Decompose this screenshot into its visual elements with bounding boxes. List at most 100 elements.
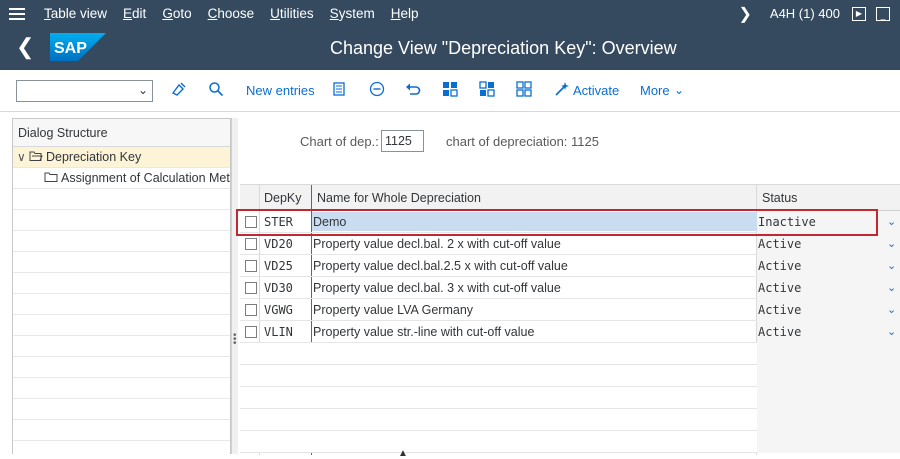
- row-select-checkbox[interactable]: [245, 238, 257, 250]
- command-field[interactable]: ⌄: [16, 80, 153, 102]
- menu-help[interactable]: Help: [391, 6, 419, 21]
- play-icon[interactable]: ▶: [852, 7, 866, 21]
- menubar-right: ❯ A4H (1) 400 ▶ _: [739, 0, 900, 27]
- tree-item-label: Depreciation Key: [46, 150, 141, 164]
- tree-item-assignment-calc-methods[interactable]: Assignment of Calculation Methods: [13, 168, 230, 189]
- table-empty-row: [240, 409, 900, 431]
- tree-empty-row: [13, 252, 230, 273]
- table-empty-row: [240, 343, 900, 365]
- status-cell-bg: [757, 343, 900, 365]
- deselect-all-icon[interactable]: [515, 81, 533, 99]
- chevron-down-icon[interactable]: ⌄: [138, 83, 148, 97]
- menu-system[interactable]: System: [330, 6, 375, 21]
- tree-empty-row: [13, 420, 230, 441]
- toolbar: ⌄ New entries Activate More ⌄: [0, 70, 900, 112]
- tree-item-label: Assignment of Calculation Methods: [61, 171, 230, 185]
- table-row[interactable]: VD30 Property value decl.bal. 3 x with c…: [240, 277, 900, 299]
- expand-chevron-icon[interactable]: ∨: [17, 150, 26, 164]
- chevron-down-icon[interactable]: ⌄: [670, 81, 688, 99]
- hamburger-menu-icon[interactable]: [0, 0, 34, 27]
- depky-cell: VD30: [264, 281, 293, 295]
- table-row[interactable]: VD25 Property value decl.bal.2.5 x with …: [240, 255, 900, 277]
- page-title: Change View "Depreciation Key": Overview: [330, 38, 677, 59]
- table-row[interactable]: VLIN Property value str.-line with cut-o…: [240, 321, 900, 343]
- status-dropdown-icon[interactable]: ⌄: [887, 215, 896, 228]
- activate-icon[interactable]: [553, 81, 571, 99]
- dialog-structure-panel: Dialog Structure ∨ Depreciation Key Assi…: [12, 118, 231, 454]
- delete-icon[interactable]: [368, 81, 386, 99]
- name-cell[interactable]: Property value decl.bal. 3 x with cut-of…: [313, 281, 561, 295]
- tree-empty-row: [13, 378, 230, 399]
- chart-of-dep-field[interactable]: 1125: [381, 130, 424, 152]
- menu-edit[interactable]: Edit: [123, 6, 146, 21]
- depky-cell: VD20: [264, 237, 293, 251]
- status-dropdown-icon[interactable]: ⌄: [887, 281, 896, 294]
- tree-empty-row: [13, 273, 230, 294]
- status-cell-bg: [757, 365, 900, 387]
- tree-empty-row: [13, 189, 230, 210]
- tree-empty-row: [13, 399, 230, 420]
- chevron-right-icon[interactable]: ❯: [739, 4, 752, 24]
- status-cell[interactable]: Active: [758, 237, 801, 251]
- select-block-icon[interactable]: [478, 81, 496, 99]
- display-change-icon[interactable]: [170, 81, 188, 99]
- column-header-name[interactable]: Name for Whole Depreciation: [317, 191, 481, 205]
- status-cell[interactable]: Active: [758, 281, 801, 295]
- panel-splitter[interactable]: •••: [231, 118, 238, 454]
- status-cell[interactable]: Active: [758, 325, 801, 339]
- depky-cell: VD25: [264, 259, 293, 273]
- splitter-grip-icon[interactable]: •••: [233, 334, 237, 346]
- folder-icon: [44, 171, 58, 186]
- status-cell-bg: [757, 387, 900, 409]
- depky-cell: VGWG: [264, 303, 293, 317]
- annotation-highlight-box: [236, 209, 878, 236]
- row-select-checkbox[interactable]: [245, 282, 257, 294]
- status-dropdown-icon[interactable]: ⌄: [887, 259, 896, 272]
- open-folder-icon: [29, 150, 43, 165]
- menu-choose[interactable]: Choose: [208, 6, 255, 21]
- tree-item-depreciation-key[interactable]: ∨ Depreciation Key: [13, 147, 230, 168]
- select-all-icon[interactable]: [441, 81, 459, 99]
- row-select-checkbox[interactable]: [245, 260, 257, 272]
- menu-utilities[interactable]: Utilities: [270, 6, 314, 21]
- more-button[interactable]: More: [640, 83, 670, 98]
- table-empty-row: [240, 365, 900, 387]
- svg-text:SAP: SAP: [54, 40, 87, 57]
- table-row[interactable]: VGWG Property value LVA Germany Active ⌄: [240, 299, 900, 321]
- status-dropdown-icon[interactable]: ⌄: [887, 237, 896, 250]
- status-dropdown-icon[interactable]: ⌄: [887, 303, 896, 316]
- name-cell[interactable]: Property value decl.bal.2.5 x with cut-o…: [313, 259, 568, 273]
- table-row[interactable]: VD20 Property value decl.bal. 2 x with c…: [240, 233, 900, 255]
- tree-empty-row: [13, 231, 230, 252]
- copy-icon[interactable]: [331, 81, 349, 99]
- menu-table-view[interactable]: Table view: [44, 6, 107, 21]
- name-cell[interactable]: Property value decl.bal. 2 x with cut-of…: [313, 237, 561, 251]
- table-header: DepKy Name for Whole Depreciation Status: [240, 185, 900, 211]
- title-bar: ❮ SAP Change View "Depreciation Key": Ov…: [0, 27, 900, 70]
- name-cell[interactable]: Property value str.-line with cut-off va…: [313, 325, 534, 339]
- status-cell[interactable]: Active: [758, 303, 801, 317]
- activate-button[interactable]: Activate: [573, 83, 619, 98]
- status-cell-bg: [757, 409, 900, 431]
- table-empty-row: [240, 431, 900, 453]
- undo-icon[interactable]: [404, 81, 422, 99]
- minimize-icon[interactable]: _: [876, 7, 890, 21]
- tree-empty-row: [13, 210, 230, 231]
- status-cell[interactable]: Active: [758, 259, 801, 273]
- dialog-structure-header: Dialog Structure: [13, 119, 230, 147]
- new-entries-button[interactable]: New entries: [246, 83, 315, 98]
- system-info: A4H (1) 400: [770, 6, 840, 21]
- sap-logo: SAP: [50, 33, 106, 61]
- row-select-checkbox[interactable]: [245, 304, 257, 316]
- column-header-depky[interactable]: DepKy: [264, 191, 302, 205]
- row-select-checkbox[interactable]: [245, 326, 257, 338]
- status-dropdown-icon[interactable]: ⌄: [887, 325, 896, 338]
- back-arrow-icon[interactable]: ❮: [16, 36, 34, 58]
- name-cell[interactable]: Property value LVA Germany: [313, 303, 473, 317]
- menu-goto[interactable]: Goto: [162, 6, 191, 21]
- menu-bar: Table view Edit Goto Choose Utilities Sy…: [0, 0, 900, 27]
- tree-empty-row: [13, 294, 230, 315]
- column-header-status[interactable]: Status: [762, 191, 797, 205]
- tree-empty-row: [13, 357, 230, 378]
- search-icon[interactable]: [207, 81, 225, 99]
